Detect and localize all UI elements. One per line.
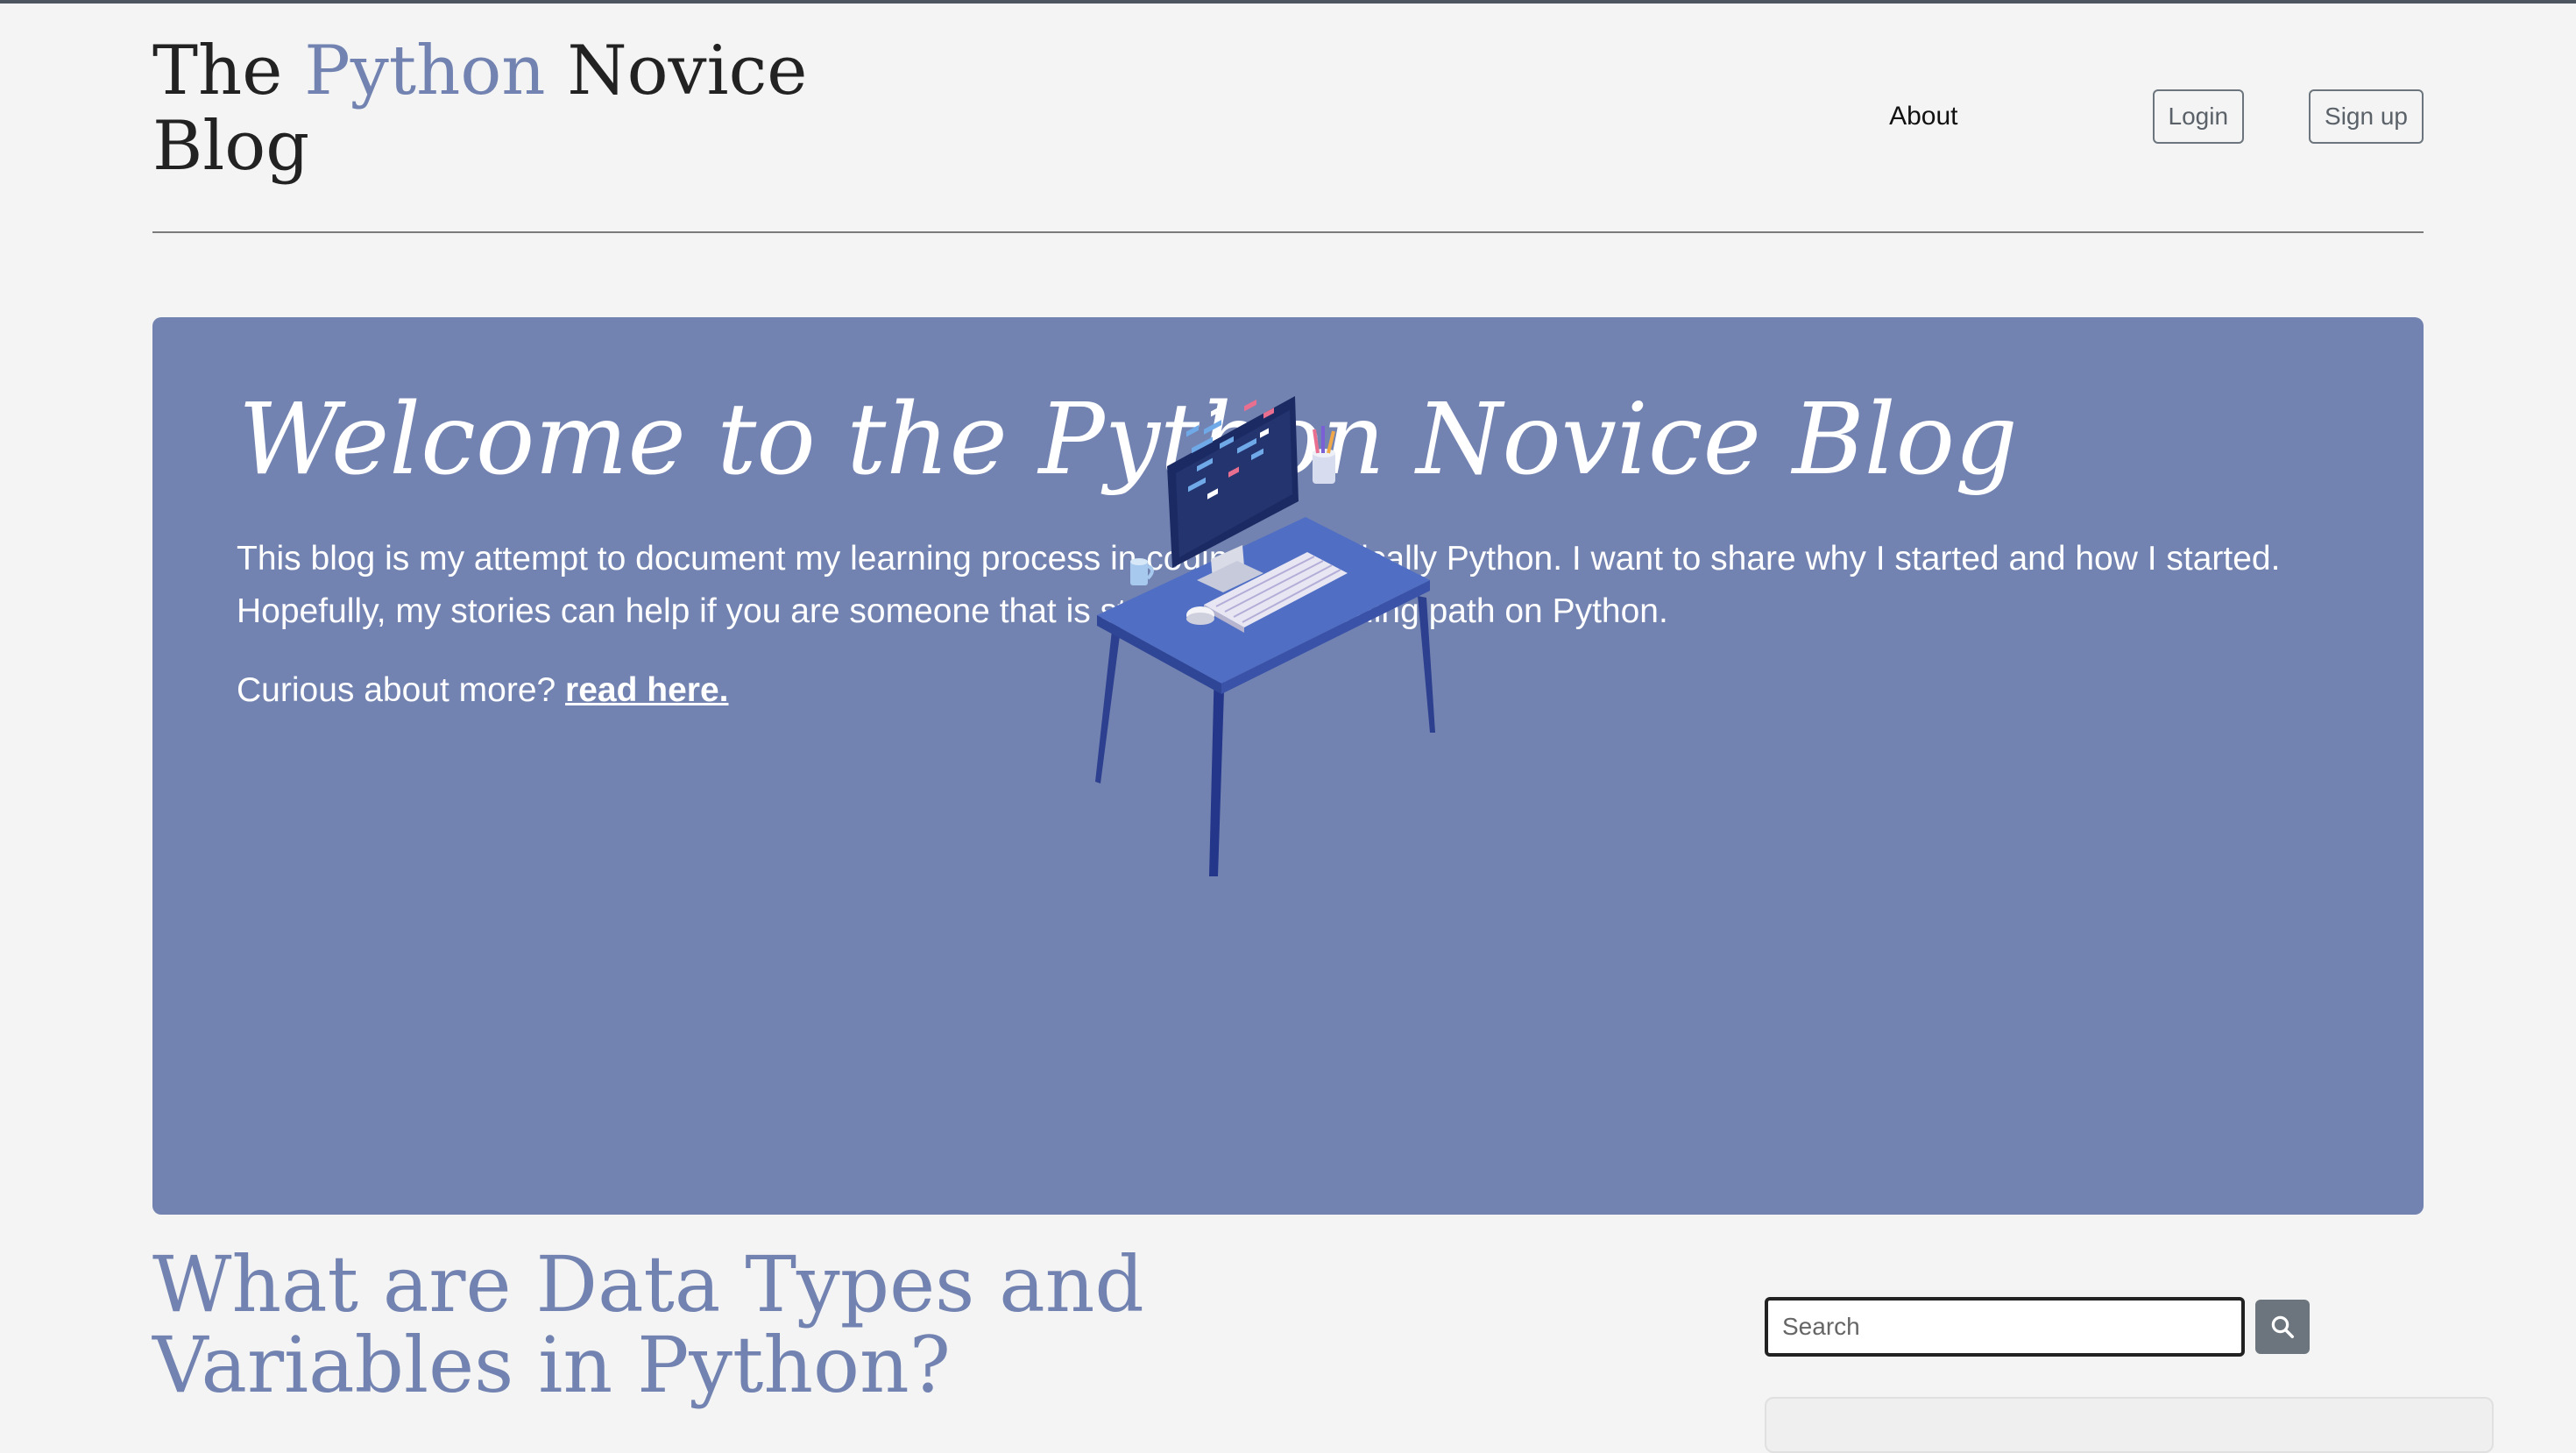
post-title[interactable]: What are Data Types and Variables in Pyt… [152, 1244, 1519, 1406]
search-input[interactable] [1765, 1297, 2245, 1357]
desk-computer-illustration [1095, 396, 1435, 876]
hero-more: Curious about more? read here. [237, 664, 728, 717]
search-form [1765, 1297, 2310, 1357]
sidebar-card [1765, 1397, 2494, 1453]
hero-more-text: Curious about more? [237, 671, 566, 709]
search-icon [2271, 1315, 2294, 1338]
hero-content: Welcome to the Python Novice Blog This b… [152, 0, 2424, 1227]
search-button[interactable] [2255, 1300, 2310, 1354]
read-here-link[interactable]: read here. [565, 671, 728, 709]
